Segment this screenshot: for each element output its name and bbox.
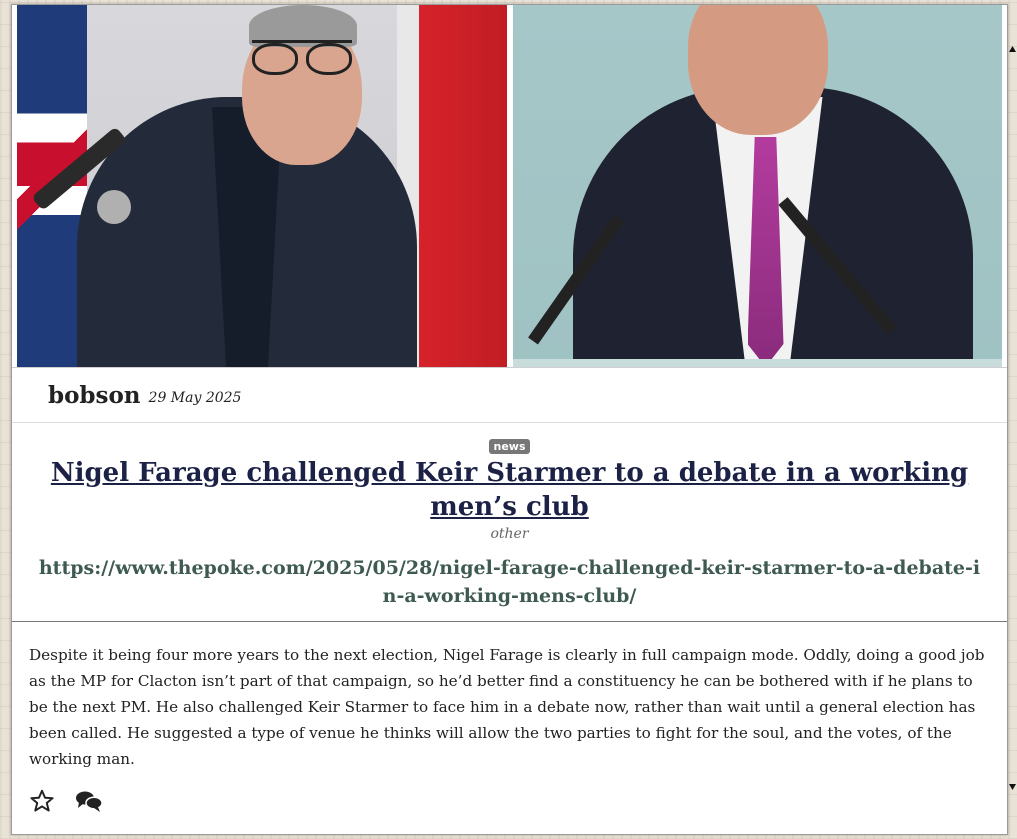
right-person-head bbox=[687, 5, 828, 135]
photo-right bbox=[512, 5, 1002, 367]
comments-icon[interactable] bbox=[75, 788, 103, 814]
post-title[interactable]: Nigel Farage challenged Keir Starmer to … bbox=[30, 456, 990, 524]
post-category[interactable]: other bbox=[12, 526, 1007, 542]
microphone bbox=[97, 190, 131, 224]
category-badge[interactable]: news bbox=[489, 439, 530, 454]
post-image bbox=[17, 5, 1002, 367]
author-name[interactable]: bobson bbox=[48, 382, 141, 409]
post-body: Despite it being four more years to the … bbox=[29, 646, 985, 768]
post-card: bobson 29 May 2025 news Nigel Farage cha… bbox=[11, 4, 1008, 835]
photo-left bbox=[17, 5, 507, 367]
post-date: 29 May 2025 bbox=[148, 390, 242, 406]
star-icon[interactable] bbox=[29, 788, 55, 814]
glasses bbox=[252, 40, 352, 75]
podium bbox=[512, 359, 1002, 367]
post-meta: bobson 29 May 2025 bbox=[12, 367, 1007, 423]
headline-block: news Nigel Farage challenged Keir Starme… bbox=[12, 435, 1007, 610]
scrollbar[interactable] bbox=[1008, 0, 1017, 839]
post-actions bbox=[29, 788, 103, 814]
divider bbox=[12, 621, 1007, 622]
source-link[interactable]: https://www.thepoke.com/2025/05/28/nigel… bbox=[37, 554, 982, 610]
